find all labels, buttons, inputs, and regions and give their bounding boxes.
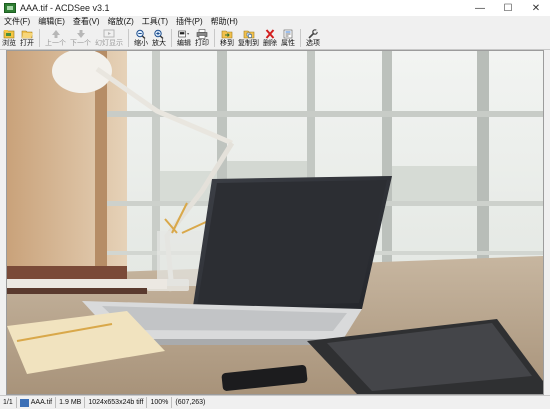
title-bar: AAA.tif - ACDSee v3.1 — ☐ ✕	[0, 0, 550, 16]
next-button[interactable]: 下一个	[68, 28, 93, 49]
menu-tools[interactable]: 工具(T)	[138, 16, 172, 28]
acdsee-window: AAA.tif - ACDSee v3.1 — ☐ ✕ 文件(F) 编辑(E) …	[0, 0, 550, 409]
zoom-out-icon	[136, 29, 146, 39]
image-viewport[interactable]	[6, 50, 544, 395]
slideshow-icon	[103, 29, 115, 38]
copy-folder-icon	[243, 30, 254, 39]
window-controls: — ☐ ✕	[466, 0, 550, 16]
zoom-out-label: 缩小	[134, 40, 148, 47]
cursor-position: (607,263)	[175, 399, 206, 406]
move-to-button[interactable]: 移到	[218, 28, 236, 49]
zoom-out-button[interactable]: 缩小	[132, 28, 150, 49]
move-folder-icon	[221, 30, 233, 39]
maximize-button[interactable]: ☐	[494, 0, 522, 16]
move-to-label: 移到	[220, 40, 234, 47]
edit-label: 编辑	[177, 40, 191, 47]
options-wrench-icon	[308, 29, 319, 39]
arrow-up-icon	[51, 30, 60, 38]
minimize-button[interactable]: —	[466, 0, 494, 16]
window-title: AAA.tif - ACDSee v3.1	[20, 3, 110, 13]
browse-icon	[3, 30, 15, 39]
delete-x-icon	[265, 29, 275, 39]
zoom-in-button[interactable]: 放大	[150, 28, 168, 49]
toolbar-separator	[171, 29, 172, 47]
next-label: 下一个	[70, 40, 91, 47]
options-button[interactable]: 选项	[304, 28, 322, 49]
status-bar: 1/1 AAA.tif 1.9 MB 1024x653x24b tiff 100…	[0, 395, 550, 409]
menu-edit[interactable]: 编辑(E)	[34, 16, 69, 28]
filename-cell: AAA.tif	[17, 397, 57, 408]
properties-button[interactable]: 属性	[279, 28, 297, 49]
printer-icon	[196, 29, 208, 39]
menu-file[interactable]: 文件(F)	[0, 16, 34, 28]
open-label: 打开	[20, 40, 34, 47]
prev-button[interactable]: 上一个	[43, 28, 68, 49]
status-filename: AAA.tif	[30, 399, 53, 406]
open-button[interactable]: 打开	[18, 28, 36, 49]
slideshow-button[interactable]: 幻灯显示	[93, 28, 125, 49]
app-icon	[4, 3, 16, 13]
copy-to-label: 复制到	[238, 40, 259, 47]
menu-zoom[interactable]: 缩放(Z)	[104, 16, 138, 28]
edit-button[interactable]: 编辑	[175, 28, 193, 49]
file-size: 1.9 MB	[56, 397, 86, 408]
print-button[interactable]: 打印	[193, 28, 211, 49]
menu-help[interactable]: 帮助(H)	[207, 16, 242, 28]
properties-label: 属性	[281, 40, 295, 47]
browse-button[interactable]: 浏览	[0, 28, 18, 49]
edit-icon	[178, 30, 190, 38]
zoom-level: 100%	[147, 397, 173, 408]
delete-button[interactable]: 删除	[261, 28, 279, 49]
browse-label: 浏览	[2, 40, 16, 47]
toolbar-separator	[128, 29, 129, 47]
zoom-in-label: 放大	[152, 40, 166, 47]
print-label: 打印	[195, 40, 209, 47]
toolbar-separator	[214, 29, 215, 47]
toolbar: 浏览 打开 上一个 下一个 幻灯显示 缩小 放大 编辑 打印 移到 复制到 删除…	[0, 28, 550, 50]
options-label: 选项	[306, 40, 320, 47]
menu-view[interactable]: 查看(V)	[69, 16, 104, 28]
arrow-down-icon	[76, 30, 85, 38]
zoom-in-icon	[154, 29, 164, 39]
copy-to-button[interactable]: 复制到	[236, 28, 261, 49]
close-button[interactable]: ✕	[522, 0, 550, 16]
delete-label: 删除	[263, 40, 277, 47]
prev-label: 上一个	[45, 40, 66, 47]
toolbar-separator	[39, 29, 40, 47]
image-position: 1/1	[0, 397, 17, 408]
office-desk-photo	[7, 51, 543, 394]
open-folder-icon	[21, 30, 33, 39]
menu-bar: 文件(F) 编辑(E) 查看(V) 缩放(Z) 工具(T) 插件(P) 帮助(H…	[0, 16, 550, 28]
tiff-file-icon	[19, 398, 29, 407]
properties-icon	[283, 29, 293, 39]
slideshow-label: 幻灯显示	[95, 40, 123, 47]
menu-plugins[interactable]: 插件(P)	[172, 16, 207, 28]
image-dimensions: 1024x653x24b tiff	[85, 397, 148, 408]
toolbar-separator	[300, 29, 301, 47]
